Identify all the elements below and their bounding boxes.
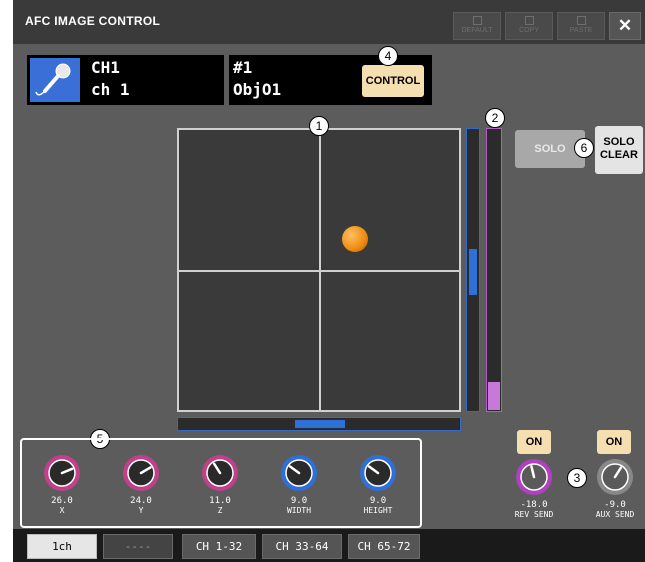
knob-height[interactable]: 9.0 HEIGHT <box>343 448 413 528</box>
aux-send-dial[interactable] <box>596 458 634 496</box>
tab-ch-65-72[interactable]: CH 65-72 <box>348 534 420 559</box>
callout-1: 1 <box>309 116 329 136</box>
knob-width[interactable]: 9.0 WIDTH <box>264 448 334 528</box>
object-name: ObjO1 <box>233 80 282 99</box>
microphone-icon <box>30 58 80 102</box>
window-title: AFC IMAGE CONTROL <box>25 14 161 28</box>
callout-6: 6 <box>574 138 594 158</box>
tab-empty[interactable]: ---- <box>103 534 173 559</box>
knob-z-value: 11.0 <box>209 496 231 506</box>
parameter-knob-group: 26.0 X 24.0 Y 11.0 Z 9.0 WIDTH 9.0 HEIGH… <box>20 438 422 528</box>
position-pad[interactable] <box>177 128 461 412</box>
rev-send-on-button[interactable]: ON <box>517 430 551 454</box>
knob-x-value: 26.0 <box>51 496 73 506</box>
channel-label: CH1 ch 1 <box>91 57 130 101</box>
x-knob-dial[interactable] <box>43 454 81 492</box>
tab-1ch[interactable]: 1ch <box>27 534 97 559</box>
channel-number: CH1 <box>91 58 120 77</box>
object-position-puck[interactable] <box>342 226 369 253</box>
knob-x-label: X <box>59 506 65 515</box>
knob-z[interactable]: 11.0 Z <box>185 448 255 528</box>
rev-send-knob[interactable]: -18.0 REV SEND <box>502 458 566 532</box>
default-button-label: DEFAULT <box>461 27 493 34</box>
rev-send-label: REV SEND <box>514 510 554 519</box>
close-icon: ✕ <box>617 16 633 35</box>
object-number: #1 <box>233 58 253 77</box>
afc-image-control-window: AFC IMAGE CONTROL DEFAULT COPY PASTE ✕ C… <box>13 0 645 562</box>
paste-icon <box>576 16 586 25</box>
copy-button[interactable]: COPY <box>505 12 553 40</box>
solo-clear-label-line2: CLEAR <box>600 149 638 161</box>
channel-name: ch 1 <box>91 80 130 99</box>
main-panel: CH1 ch 1 #1 ObjO1 CONTROL 4 1 2 SOLO SOL… <box>13 44 645 529</box>
x-slider-thumb[interactable] <box>295 420 345 428</box>
knob-height-value: 9.0 <box>369 496 387 506</box>
close-button[interactable]: ✕ <box>609 12 641 40</box>
knob-y[interactable]: 24.0 Y <box>106 448 176 528</box>
knob-width-value: 9.0 <box>290 496 308 506</box>
knob-width-label: WIDTH <box>286 506 312 515</box>
title-bar: AFC IMAGE CONTROL DEFAULT COPY PASTE ✕ <box>13 0 645 44</box>
knob-z-label: Z <box>217 506 223 515</box>
z-slider-fill <box>488 382 500 410</box>
copy-button-label: COPY <box>519 27 539 34</box>
aux-send-label: AUX SEND <box>595 510 635 519</box>
x-position-slider[interactable] <box>177 417 461 431</box>
y-position-slider[interactable] <box>466 128 480 412</box>
control-button[interactable]: CONTROL <box>362 65 424 97</box>
document-icon <box>472 16 482 25</box>
callout-4: 4 <box>378 46 398 66</box>
aux-send-on-button[interactable]: ON <box>597 430 631 454</box>
z-position-slider[interactable] <box>486 128 502 412</box>
callout-2: 2 <box>485 108 505 128</box>
y-slider-thumb[interactable] <box>469 249 477 295</box>
paste-button[interactable]: PASTE <box>557 12 605 40</box>
y-knob-dial[interactable] <box>122 454 160 492</box>
aux-send-knob[interactable]: -9.0 AUX SEND <box>583 458 645 532</box>
width-knob-dial[interactable] <box>280 454 318 492</box>
rev-send-value: -18.0 <box>520 500 548 510</box>
height-knob-dial[interactable] <box>359 454 397 492</box>
solo-clear-button[interactable]: SOLO CLEAR <box>595 126 643 174</box>
rev-send-dial[interactable] <box>515 458 553 496</box>
paste-button-label: PASTE <box>569 27 593 34</box>
object-selector: #1 ObjO1 CONTROL <box>229 55 432 105</box>
knob-y-value: 24.0 <box>130 496 152 506</box>
object-label: #1 ObjO1 <box>233 57 281 101</box>
callout-3: 3 <box>567 468 587 488</box>
default-button[interactable]: DEFAULT <box>453 12 501 40</box>
knob-y-label: Y <box>138 506 144 515</box>
pad-center-horizontal-line <box>179 270 459 272</box>
channel-tab-bar: 1ch ---- CH 1-32 CH 33-64 CH 65-72 <box>13 529 645 562</box>
solo-clear-label-line1: SOLO <box>603 136 635 148</box>
tab-ch-33-64[interactable]: CH 33-64 <box>262 534 342 559</box>
knob-x[interactable]: 26.0 X <box>27 448 97 528</box>
copy-icon <box>524 16 534 25</box>
channel-selector[interactable]: CH1 ch 1 <box>27 55 224 105</box>
tab-ch-1-32[interactable]: CH 1-32 <box>182 534 256 559</box>
knob-height-label: HEIGHT <box>363 506 393 515</box>
z-knob-dial[interactable] <box>201 454 239 492</box>
aux-send-value: -9.0 <box>604 500 626 510</box>
